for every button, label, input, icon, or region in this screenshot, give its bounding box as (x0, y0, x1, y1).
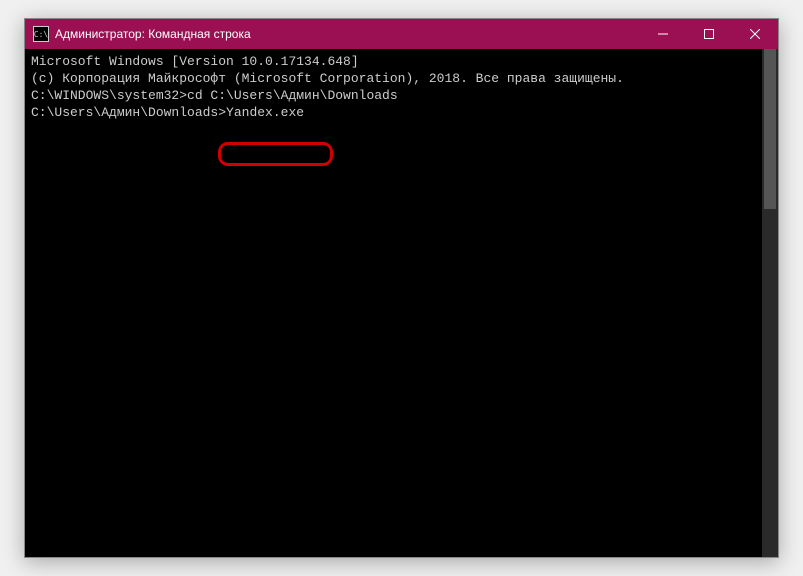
window-title: Администратор: Командная строка (55, 27, 640, 41)
terminal-output[interactable]: Microsoft Windows [Version 10.0.17134.64… (25, 49, 778, 557)
terminal-prompt: C:\Users\Админ\Downloads> (31, 105, 226, 120)
terminal-line: Microsoft Windows [Version 10.0.17134.64… (31, 53, 772, 70)
terminal-input[interactable]: Yandex.exe (226, 105, 304, 120)
window-controls (640, 19, 778, 49)
scrollbar-thumb[interactable] (764, 49, 776, 209)
maximize-button[interactable] (686, 19, 732, 49)
terminal-line: C:\WINDOWS\system32>cd C:\Users\Админ\Do… (31, 87, 772, 104)
minimize-button[interactable] (640, 19, 686, 49)
terminal-line: (c) Корпорация Майкрософт (Microsoft Cor… (31, 70, 772, 87)
cmd-icon: C:\ (33, 26, 49, 42)
scrollbar[interactable] (762, 49, 778, 557)
command-prompt-window: C:\ Администратор: Командная строка Micr… (24, 18, 779, 558)
close-button[interactable] (732, 19, 778, 49)
titlebar[interactable]: C:\ Администратор: Командная строка (25, 19, 778, 49)
